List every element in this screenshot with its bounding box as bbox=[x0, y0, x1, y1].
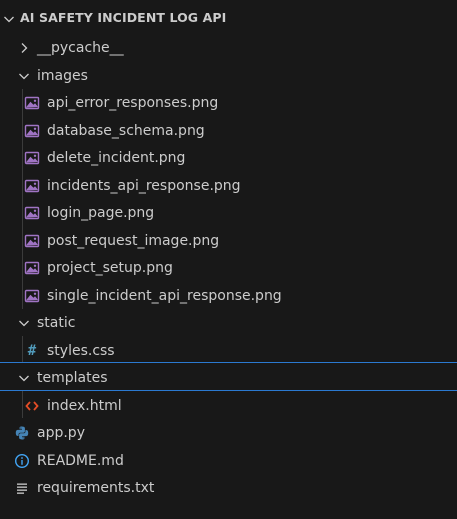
image-file-icon bbox=[24, 123, 40, 139]
chevron-down-icon[interactable] bbox=[1, 11, 17, 27]
chevron-down-icon[interactable] bbox=[16, 315, 32, 331]
image-file-icon bbox=[24, 95, 40, 111]
file-label: README.md bbox=[37, 452, 124, 469]
folder-label: static bbox=[37, 314, 76, 331]
image-file-icon bbox=[24, 288, 40, 304]
file-item[interactable]: README.md bbox=[0, 447, 457, 474]
folder-label: templates bbox=[37, 369, 108, 386]
folder-static[interactable]: static bbox=[0, 309, 457, 336]
focus-border bbox=[0, 362, 457, 363]
chevron-right-icon[interactable] bbox=[16, 40, 32, 56]
file-item[interactable]: post_request_image.png bbox=[0, 227, 457, 254]
file-item[interactable]: api_error_responses.png bbox=[0, 89, 457, 116]
file-item[interactable]: single_incident_api_response.png bbox=[0, 282, 457, 309]
chevron-down-icon[interactable] bbox=[16, 68, 32, 84]
file-label: project_setup.png bbox=[47, 259, 173, 276]
image-file-icon bbox=[24, 205, 40, 221]
file-label: styles.css bbox=[47, 342, 115, 359]
file-item[interactable]: # styles.css bbox=[0, 337, 457, 364]
file-label: post_request_image.png bbox=[47, 232, 220, 249]
file-label: index.html bbox=[47, 397, 122, 414]
text-lines-icon bbox=[14, 480, 30, 496]
html-code-icon bbox=[24, 398, 40, 414]
image-file-icon bbox=[24, 150, 40, 166]
file-label: delete_incident.png bbox=[47, 149, 186, 166]
file-label: database_schema.png bbox=[47, 122, 205, 139]
file-item[interactable]: app.py bbox=[0, 419, 457, 446]
file-item[interactable]: requirements.txt bbox=[0, 474, 457, 501]
root-folder-label: AI SAFETY INCIDENT LOG API bbox=[20, 10, 227, 26]
image-file-icon bbox=[24, 233, 40, 249]
python-icon bbox=[14, 425, 30, 441]
folder-label: __pycache__ bbox=[37, 39, 124, 56]
file-item[interactable]: index.html bbox=[0, 392, 457, 419]
image-file-icon bbox=[24, 260, 40, 276]
file-label: app.py bbox=[37, 424, 85, 441]
file-label: requirements.txt bbox=[37, 479, 155, 496]
folder-templates[interactable]: templates bbox=[0, 364, 457, 391]
file-item[interactable]: incidents_api_response.png bbox=[0, 172, 457, 199]
folder-images[interactable]: images bbox=[0, 62, 457, 89]
focus-border bbox=[0, 390, 457, 391]
file-label: login_page.png bbox=[47, 204, 155, 221]
chevron-down-icon[interactable] bbox=[16, 370, 32, 386]
file-item[interactable]: database_schema.png bbox=[0, 117, 457, 144]
file-item[interactable]: login_page.png bbox=[0, 199, 457, 226]
file-label: api_error_responses.png bbox=[47, 94, 219, 111]
file-item[interactable]: delete_incident.png bbox=[0, 144, 457, 171]
file-explorer: AI SAFETY INCIDENT LOG API __pycache__ i… bbox=[0, 0, 457, 519]
info-icon bbox=[14, 453, 30, 469]
folder-pycache[interactable]: __pycache__ bbox=[0, 34, 457, 61]
image-file-icon bbox=[24, 178, 40, 194]
folder-label: images bbox=[37, 67, 88, 84]
file-label: single_incident_api_response.png bbox=[47, 287, 282, 304]
css-hash-icon: # bbox=[27, 342, 37, 359]
explorer-root-folder[interactable]: AI SAFETY INCIDENT LOG API bbox=[0, 5, 457, 32]
file-label: incidents_api_response.png bbox=[47, 177, 241, 194]
file-item[interactable]: project_setup.png bbox=[0, 254, 457, 281]
